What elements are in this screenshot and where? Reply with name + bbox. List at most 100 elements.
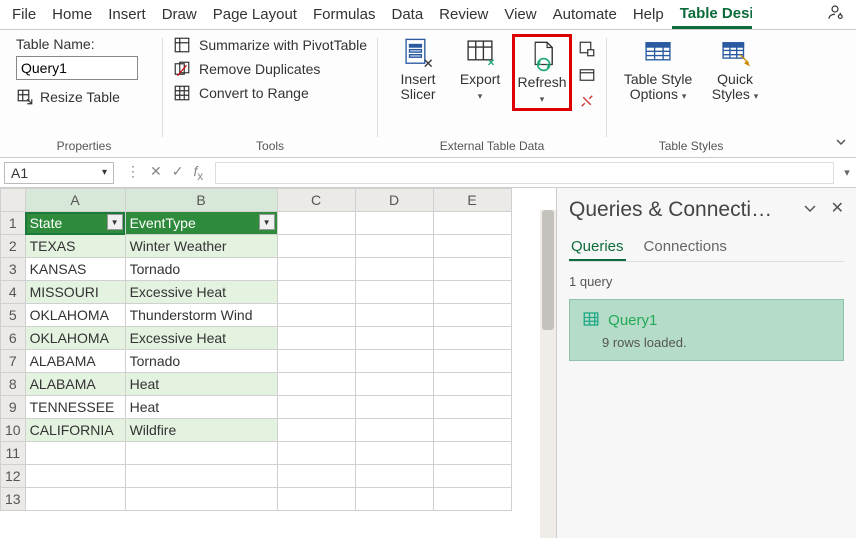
row-header[interactable]: 7 (1, 350, 26, 373)
formula-bar: A1 ▾ ⋮ ✕ ✓ fx ▾ (0, 158, 856, 188)
row-header[interactable]: 8 (1, 373, 26, 396)
chevron-down-icon: ▾ (478, 91, 483, 101)
col-header-d[interactable]: D (355, 189, 433, 212)
fx-icon[interactable]: fx (193, 163, 203, 183)
pane-close-icon[interactable]: ✕ (831, 198, 844, 218)
filter-dropdown-icon[interactable]: ▼ (259, 214, 275, 230)
row-header[interactable]: 6 (1, 327, 26, 350)
header-state[interactable]: State▼ (25, 212, 125, 235)
cell[interactable]: Excessive Heat (125, 327, 277, 350)
tab-draw[interactable]: Draw (154, 2, 205, 27)
select-all-corner[interactable] (1, 189, 26, 212)
external-mini-buttons (578, 34, 596, 110)
cell[interactable]: Excessive Heat (125, 281, 277, 304)
pane-tab-queries[interactable]: Queries (569, 234, 626, 261)
row-header[interactable]: 3 (1, 258, 26, 281)
vertical-scrollbar[interactable] (540, 210, 556, 538)
query-item[interactable]: Query1 9 rows loaded. (569, 299, 844, 361)
tab-home[interactable]: Home (44, 2, 100, 27)
query-count: 1 query (569, 270, 844, 299)
cell[interactable]: KANSAS (25, 258, 125, 281)
ribbon-tab-strip: File Home Insert Draw Page Layout Formul… (0, 0, 856, 30)
tab-insert[interactable]: Insert (100, 2, 154, 27)
row-header[interactable]: 10 (1, 419, 26, 442)
row-header[interactable]: 2 (1, 235, 26, 258)
cell[interactable]: Heat (125, 373, 277, 396)
scrollbar-thumb[interactable] (542, 210, 554, 330)
col-header-c[interactable]: C (277, 189, 355, 212)
group-label-styles: Table Styles (659, 137, 724, 155)
col-header-e[interactable]: E (433, 189, 511, 212)
cell[interactable]: TEXAS (25, 235, 125, 258)
share-icon[interactable] (818, 0, 852, 30)
queries-connections-pane: Queries & Connections ✕ Queries Connecti… (556, 188, 856, 538)
cell[interactable]: Wildfire (125, 419, 277, 442)
cell[interactable]: MISSOURI (25, 281, 125, 304)
group-table-styles: Table Style Options ▾ Quick Styles ▾ Tab… (609, 34, 773, 155)
formula-input[interactable] (215, 162, 834, 184)
table-style-options-button[interactable]: Table Style Options ▾ (617, 34, 699, 105)
row-header[interactable]: 12 (1, 465, 26, 488)
quick-styles-button[interactable]: Quick Styles ▾ (705, 34, 765, 105)
cell[interactable]: Winter Weather (125, 235, 277, 258)
table-name-input[interactable] (16, 56, 138, 80)
row-header[interactable]: 11 (1, 442, 26, 465)
chevron-down-icon: ▾ (682, 91, 687, 101)
group-label-tools: Tools (256, 137, 284, 155)
formula-expand-icon[interactable]: ▾ (838, 166, 856, 179)
row-header[interactable]: 4 (1, 281, 26, 304)
insert-slicer-button[interactable]: Insert Slicer (388, 34, 448, 105)
tab-page-layout[interactable]: Page Layout (205, 2, 305, 27)
row-header[interactable]: 9 (1, 396, 26, 419)
row-header[interactable]: 13 (1, 488, 26, 511)
tab-automate[interactable]: Automate (545, 2, 625, 27)
pane-collapse-icon[interactable] (802, 200, 818, 219)
cell[interactable]: Tornado (125, 350, 277, 373)
cell[interactable]: Tornado (125, 258, 277, 281)
cell[interactable]: TENNESSEE (25, 396, 125, 419)
group-properties: Table Name: Resize Table Properties (8, 34, 160, 155)
chevron-down-icon: ▾ (102, 167, 107, 178)
group-external-data: Insert Slicer Export▾ Refresh▾ External … (380, 34, 604, 155)
group-tools: Summarize with PivotTable Remove Duplica… (165, 34, 375, 155)
name-box[interactable]: A1 ▾ (4, 162, 114, 184)
cell[interactable]: OKLAHOMA (25, 304, 125, 327)
confirm-icon[interactable]: ✓ (172, 163, 184, 183)
header-eventtype[interactable]: EventType▼ (125, 212, 277, 235)
tab-help[interactable]: Help (625, 2, 672, 27)
convert-to-range-button[interactable]: Convert to Range (173, 84, 367, 102)
tab-formulas[interactable]: Formulas (305, 2, 384, 27)
summarize-pivot-button[interactable]: Summarize with PivotTable (173, 36, 367, 54)
pane-title: Queries & Connections (569, 198, 779, 222)
filter-dropdown-icon[interactable]: ▼ (107, 214, 123, 230)
col-header-b[interactable]: B (125, 189, 277, 212)
tab-review[interactable]: Review (431, 2, 496, 27)
tab-table-design[interactable]: Table Design (672, 1, 752, 29)
tab-data[interactable]: Data (383, 2, 431, 27)
tab-view[interactable]: View (496, 2, 544, 27)
chevron-down-icon: ▾ (754, 91, 759, 101)
cell[interactable]: Heat (125, 396, 277, 419)
properties-icon[interactable] (578, 40, 596, 58)
open-browser-icon[interactable] (578, 66, 596, 84)
row-header[interactable]: 5 (1, 304, 26, 327)
cell[interactable]: CALIFORNIA (25, 419, 125, 442)
pane-tab-connections[interactable]: Connections (642, 234, 729, 261)
cancel-icon[interactable]: ✕ (150, 163, 162, 183)
col-header-a[interactable]: A (25, 189, 125, 212)
cell[interactable]: OKLAHOMA (25, 327, 125, 350)
remove-duplicates-button[interactable]: Remove Duplicates (173, 60, 367, 78)
cell[interactable]: ALABAMA (25, 373, 125, 396)
cell[interactable]: ALABAMA (25, 350, 125, 373)
tab-file[interactable]: File (4, 2, 44, 27)
ribbon-collapse-icon[interactable] (834, 134, 848, 151)
cell[interactable]: Thunderstorm Wind (125, 304, 277, 327)
query-name: Query1 (582, 310, 831, 329)
unlink-icon[interactable] (578, 92, 596, 110)
resize-table-button[interactable]: Resize Table (16, 84, 152, 106)
row-header[interactable]: 1 (1, 212, 26, 235)
export-button[interactable]: Export▾ (450, 34, 510, 105)
worksheet-grid[interactable]: A B C D E 1 State▼ EventType▼ 2TEXASWint… (0, 188, 556, 538)
formula-options-icon[interactable]: ⋮ (126, 163, 140, 183)
refresh-button[interactable]: Refresh▾ (512, 34, 572, 111)
